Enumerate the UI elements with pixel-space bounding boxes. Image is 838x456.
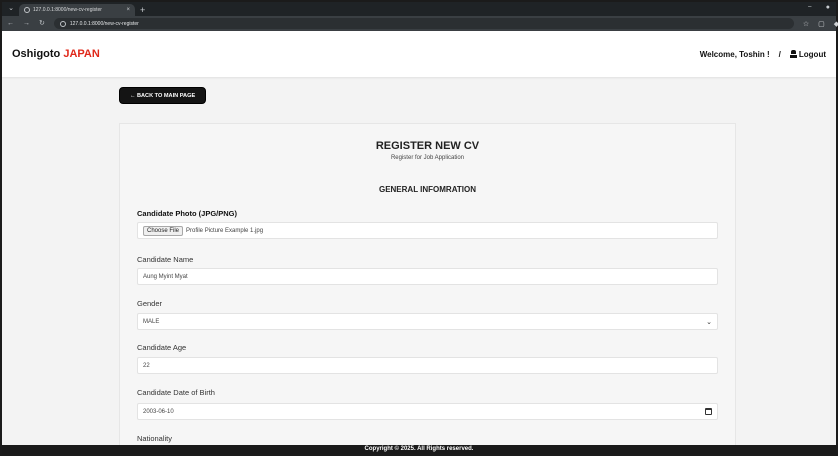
choose-file-button[interactable]: Choose File xyxy=(143,225,184,236)
name-input[interactable]: Aung Myint Myat xyxy=(137,268,718,285)
dob-label: Candidate Date of Birth xyxy=(137,388,215,397)
form-title: REGISTER NEW CV xyxy=(375,140,480,152)
browser-tab[interactable]: 127.0.0.1:8000/new-cv-register × xyxy=(19,4,135,16)
site-icon xyxy=(24,7,30,13)
name-label: Candidate Name xyxy=(137,255,194,264)
back-to-main-button[interactable]: ← BACK TO MAIN PAGE xyxy=(119,87,206,104)
url-text: 127.0.0.1:8000/new-cv-register xyxy=(69,20,139,27)
logout-link[interactable]: Logout xyxy=(789,49,826,59)
new-tab-button[interactable]: + xyxy=(140,5,145,15)
site-navbar: Oshigoto JAPAN Welcome, Toshin ! / Logou… xyxy=(2,31,836,77)
logout-label: Logout xyxy=(798,49,826,59)
minimize-button[interactable]: − xyxy=(808,4,812,11)
photo-file-name: Profile Picture Example 1.jpg xyxy=(186,227,264,234)
gender-label: Gender xyxy=(137,299,163,308)
nationality-label: Nationality xyxy=(137,434,173,443)
back-arrow-icon[interactable]: ← xyxy=(7,20,14,27)
nav-separator: / xyxy=(778,49,781,59)
profile-icon[interactable]: ◆ xyxy=(834,20,838,28)
tab-close-icon[interactable]: × xyxy=(126,7,130,13)
dob-date-input[interactable]: 2003-06-10 xyxy=(137,403,718,420)
chevron-down-icon: ⌄ xyxy=(706,318,712,326)
photo-file-input[interactable]: Choose File Profile Picture Example 1.jp… xyxy=(137,222,718,239)
user-menu: Welcome, Toshin ! / Logout xyxy=(700,50,826,59)
brand-accent: JAPAN xyxy=(63,48,100,60)
toolbar-icons: ☆ ▢ ◆ xyxy=(803,20,838,28)
tab-title: 127.0.0.1:8000/new-cv-register xyxy=(33,7,102,13)
reload-icon[interactable]: ↻ xyxy=(39,20,45,27)
page-footer: Copyright © 2025. All Rights reserved. xyxy=(2,445,836,454)
browser-tab-bar: ⌄ 127.0.0.1:8000/new-cv-register × + − ● xyxy=(2,2,836,16)
site-info-icon[interactable] xyxy=(59,20,66,27)
form-subtitle: Register for Job Application xyxy=(390,155,465,161)
bookmark-star-icon[interactable]: ☆ xyxy=(803,20,809,28)
brand-logo[interactable]: Oshigoto JAPAN xyxy=(12,48,100,60)
url-input[interactable]: 127.0.0.1:8000/new-cv-register xyxy=(53,18,794,29)
age-input[interactable]: 22 xyxy=(137,357,718,374)
name-value: Aung Myint Myat xyxy=(143,273,188,280)
window-controls: − ● xyxy=(808,4,830,11)
photo-label: Candidate Photo (JPG/PNG) xyxy=(137,209,238,218)
user-icon xyxy=(789,50,797,58)
brand-main: Oshigoto xyxy=(12,48,61,60)
dob-value: 2003-06-10 xyxy=(143,408,174,415)
tab-search-icon[interactable]: ⌄ xyxy=(6,4,16,14)
calendar-icon[interactable] xyxy=(705,408,712,415)
age-value: 22 xyxy=(143,362,150,369)
extensions-icon[interactable]: ▢ xyxy=(818,20,825,28)
gender-select[interactable]: MALE ⌄ xyxy=(137,313,718,330)
profile-dot-icon[interactable]: ● xyxy=(826,4,830,11)
address-bar: ← → ↻ 127.0.0.1:8000/new-cv-register ☆ ▢… xyxy=(2,16,838,31)
gender-value: MALE xyxy=(143,318,160,325)
forward-arrow-icon[interactable]: → xyxy=(23,20,30,27)
age-label: Candidate Age xyxy=(137,343,187,352)
section-title: GENERAL INFOMRATION xyxy=(378,185,477,194)
register-cv-form: REGISTER NEW CV Register for Job Applica… xyxy=(119,123,736,453)
welcome-text: Welcome, Toshin ! xyxy=(699,49,770,59)
